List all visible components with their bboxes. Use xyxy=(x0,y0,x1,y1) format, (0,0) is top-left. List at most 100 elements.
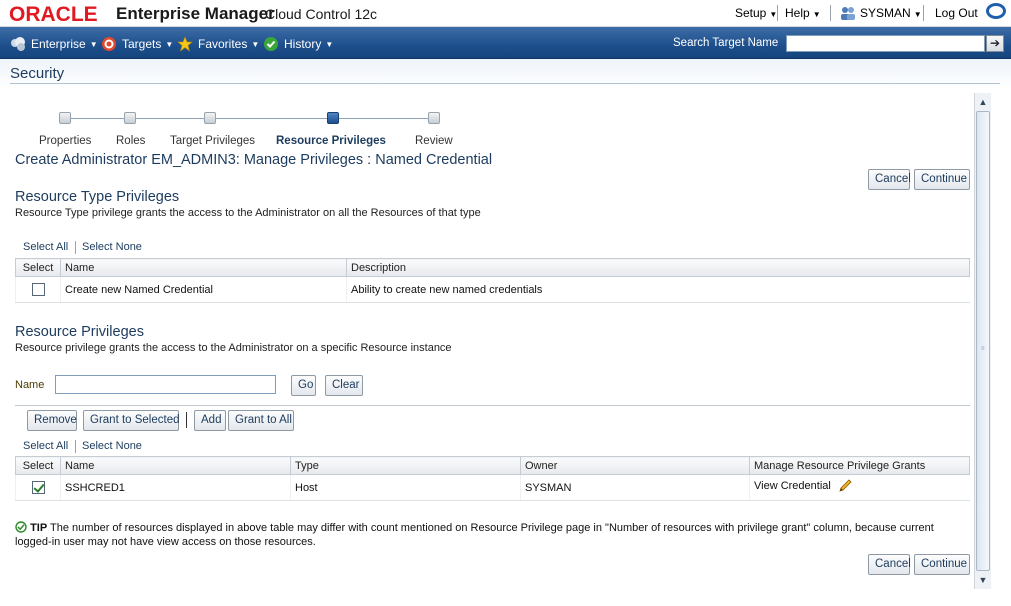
go-button[interactable]: Go xyxy=(291,375,316,396)
row-select-cell xyxy=(15,276,61,303)
grant-to-selected-button[interactable]: Grant to Selected xyxy=(83,410,180,431)
history-menu[interactable]: History ▼ xyxy=(263,36,333,52)
logout-link[interactable]: Log Out xyxy=(935,6,978,20)
col-owner[interactable]: Owner xyxy=(520,456,750,475)
tip-message: TIP The number of resources displayed in… xyxy=(15,521,970,549)
select-none-link-2[interactable]: Select None xyxy=(82,440,142,452)
train-label-resource-privileges: Resource Privileges xyxy=(276,135,386,147)
targets-menu[interactable]: Targets ▼ xyxy=(101,36,173,52)
train-stop-target-privileges[interactable] xyxy=(204,112,216,124)
table-row: Create new Named Credential Ability to c… xyxy=(15,276,970,303)
nav-divider xyxy=(830,5,831,21)
train-stop-review[interactable] xyxy=(428,112,440,124)
enterprise-menu[interactable]: Enterprise ▼ xyxy=(10,36,98,52)
col-select[interactable]: Select xyxy=(15,456,61,475)
vertical-scrollbar[interactable]: ▲ ≡ ▼ xyxy=(974,93,991,589)
setup-menu[interactable]: Setup ▼ xyxy=(735,6,777,20)
link-divider xyxy=(75,241,76,254)
tip-text: The number of resources displayed in abo… xyxy=(15,522,934,548)
help-label: Help xyxy=(785,6,810,20)
resource-type-heading: Resource Type Privileges xyxy=(15,189,180,205)
cancel-button-bottom[interactable]: Cancel xyxy=(868,554,911,575)
row-checkbox[interactable] xyxy=(31,481,45,494)
resource-privileges-table: Select Name Type Owner Manage Resource P… xyxy=(15,456,970,501)
resource-type-table: Select Name Description Create new Named… xyxy=(15,258,970,303)
help-menu[interactable]: Help ▼ xyxy=(785,6,821,20)
target-icon xyxy=(102,37,116,51)
train-stop-resource-privileges xyxy=(327,112,339,124)
col-name[interactable]: Name xyxy=(60,258,347,277)
page-title: Security xyxy=(10,65,65,82)
product-name: Enterprise Manager xyxy=(116,4,275,23)
row-select-cell xyxy=(15,474,61,501)
clear-button[interactable]: Clear xyxy=(325,375,363,396)
train-label-review[interactable]: Review xyxy=(415,135,453,147)
col-manage-grants[interactable]: Manage Resource Privilege Grants xyxy=(749,456,970,475)
caret-down-icon: ▼ xyxy=(913,10,922,19)
name-filter-input[interactable] xyxy=(55,375,276,394)
search-go-button[interactable]: ➔ xyxy=(986,35,1004,52)
col-description[interactable]: Description xyxy=(346,258,970,277)
history-label: History xyxy=(284,37,322,51)
continue-button-bottom[interactable]: Continue xyxy=(914,554,970,575)
row-checkbox[interactable] xyxy=(31,283,45,296)
user-icon xyxy=(841,7,855,20)
enterprise-icon xyxy=(11,37,25,51)
product-edition: Cloud Control 12c xyxy=(265,6,378,22)
row-owner: SYSMAN xyxy=(520,474,750,501)
toolbar-divider xyxy=(186,412,187,428)
cancel-button-top[interactable]: Cancel xyxy=(868,169,911,190)
col-name[interactable]: Name xyxy=(60,456,291,475)
train-stop-roles[interactable] xyxy=(124,112,136,124)
train-label-target-privileges[interactable]: Target Privileges xyxy=(170,135,255,147)
branding-bar: ORACLE Enterprise Manager Cloud Control … xyxy=(0,0,1011,27)
arrow-right-icon: ➔ xyxy=(989,36,1001,50)
scrollbar-thumb[interactable]: ≡ xyxy=(976,111,990,571)
page-title-divider xyxy=(10,83,1000,84)
resource-type-description: Resource Type privilege grants the acces… xyxy=(15,207,481,219)
nav-divider xyxy=(777,5,778,21)
favorites-label: Favorites xyxy=(198,37,248,51)
check-circle-icon xyxy=(15,521,27,533)
caret-down-icon: ▼ xyxy=(165,39,174,49)
row-description: Ability to create new named credentials xyxy=(346,276,970,303)
enterprise-label: Enterprise xyxy=(31,37,86,51)
tip-label: TIP xyxy=(30,522,48,534)
setup-label: Setup xyxy=(735,6,767,20)
grant-to-all-button[interactable]: Grant to All xyxy=(228,410,294,431)
row-name: SSHCRED1 xyxy=(60,474,291,501)
row-grants: View Credential xyxy=(754,479,831,492)
star-icon xyxy=(177,36,193,52)
search-target-label: Search Target Name xyxy=(673,37,779,49)
row-type: Host xyxy=(290,474,521,501)
select-all-link-2[interactable]: Select All xyxy=(23,440,68,452)
targets-label: Targets xyxy=(122,37,162,51)
train-label-properties[interactable]: Properties xyxy=(39,135,91,147)
train-stop-properties[interactable] xyxy=(59,112,71,124)
resource-privileges-heading: Resource Privileges xyxy=(15,324,144,340)
favorites-menu[interactable]: Favorites ▼ xyxy=(177,36,259,52)
scroll-down-icon[interactable]: ▼ xyxy=(976,572,990,588)
oracle-logo: ORACLE xyxy=(9,3,98,26)
remove-button[interactable]: Remove xyxy=(27,410,77,431)
nav-divider xyxy=(923,5,924,21)
caret-down-icon: ▼ xyxy=(89,39,98,49)
row-name: Create new Named Credential xyxy=(60,276,347,303)
table-row: SSHCRED1 Host SYSMAN View Credential xyxy=(15,474,970,501)
resource-privileges-description: Resource privilege grants the access to … xyxy=(15,342,452,354)
scroll-up-icon[interactable]: ▲ xyxy=(976,94,990,110)
train-label-roles[interactable]: Roles xyxy=(116,135,145,147)
select-none-link-1[interactable]: Select None xyxy=(82,241,142,253)
grip-icon: ≡ xyxy=(981,346,985,352)
add-button[interactable]: Add xyxy=(194,410,226,431)
user-menu[interactable]: SYSMAN ▼ xyxy=(860,6,922,20)
select-all-link-1[interactable]: Select All xyxy=(23,241,68,253)
oracle-ring-icon xyxy=(986,3,1006,19)
col-type[interactable]: Type xyxy=(290,456,521,475)
col-select[interactable]: Select xyxy=(15,258,61,277)
edit-pencil-icon[interactable] xyxy=(837,478,853,494)
continue-button-top[interactable]: Continue xyxy=(914,169,970,190)
page-heading: Create Administrator EM_ADMIN3: Manage P… xyxy=(15,152,493,168)
user-label: SYSMAN xyxy=(860,6,911,20)
search-target-input[interactable] xyxy=(786,35,985,52)
